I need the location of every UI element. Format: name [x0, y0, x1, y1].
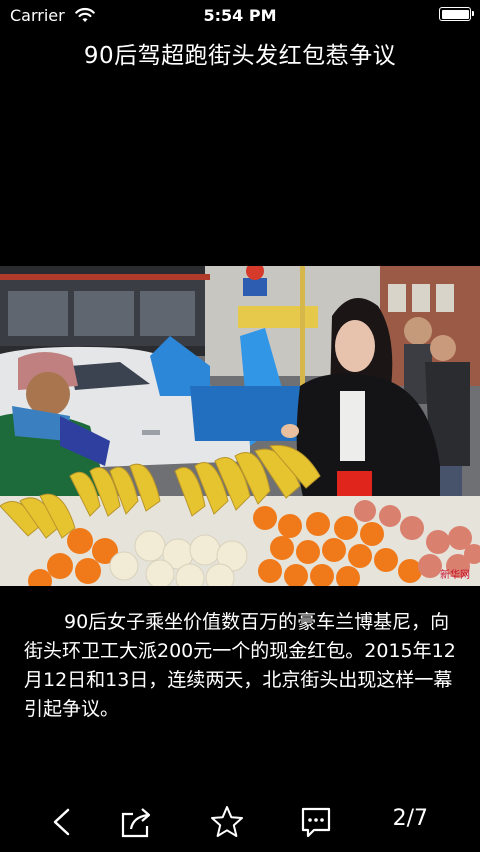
- star-icon: [211, 806, 243, 837]
- status-time: 5:54 PM: [203, 6, 277, 25]
- share-icon: [121, 808, 151, 838]
- article-caption: 90后女子乘坐价值数百万的豪车兰博基尼，向街头环卫工大派200元一个的现金红包。…: [24, 611, 456, 720]
- article-title: 90后驾超跑街头发红包惹争议: [83, 43, 397, 69]
- page-counter: 2/7: [392, 806, 428, 831]
- back-button[interactable]: [44, 804, 78, 840]
- comment-button[interactable]: [296, 804, 336, 840]
- photo-watermark: 新华网: [440, 568, 470, 581]
- status-bar: Carrier 5:54 PM: [0, 0, 480, 32]
- share-button[interactable]: [116, 804, 156, 840]
- battery-icon: [439, 7, 474, 21]
- photo-illustration: 新华网: [0, 266, 480, 586]
- article-photo[interactable]: 新华网: [0, 266, 480, 586]
- bottom-toolbar: 2/7: [0, 782, 480, 852]
- favorite-button[interactable]: [206, 804, 248, 840]
- comment-icon: [301, 807, 331, 838]
- battery-fill: [441, 9, 469, 19]
- chevron-left-icon: [53, 808, 70, 836]
